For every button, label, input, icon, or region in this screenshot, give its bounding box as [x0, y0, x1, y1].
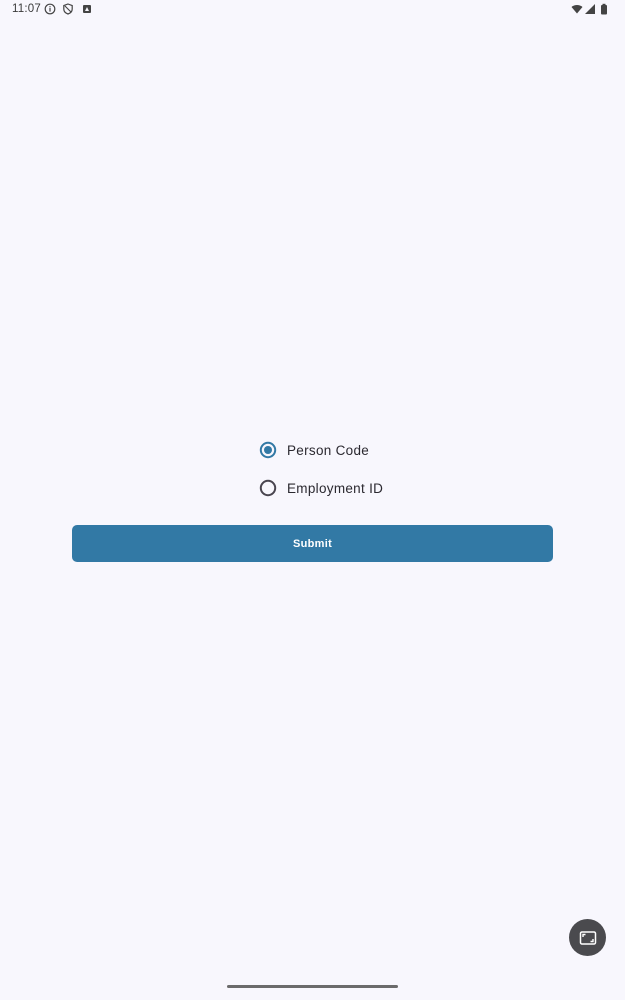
- radio-option-person-code[interactable]: Person Code: [258, 438, 369, 462]
- status-time: 11:07: [12, 3, 41, 15]
- signal-icon: [584, 3, 596, 15]
- wifi-icon: [571, 3, 583, 15]
- submit-button[interactable]: Submit: [72, 525, 553, 562]
- battery-icon: [598, 3, 610, 15]
- status-bar: 11:07: [0, 0, 625, 20]
- radio-label-employment-id: Employment ID: [287, 480, 384, 496]
- picture-in-picture-icon: [579, 930, 596, 945]
- gesture-nav-handle[interactable]: [227, 985, 398, 988]
- app-notification-icon: [81, 3, 93, 15]
- info-icon: [44, 3, 56, 15]
- radio-selected-icon[interactable]: [258, 440, 278, 460]
- radio-option-employment-id[interactable]: Employment ID: [258, 476, 383, 500]
- radio-label-person-code: Person Code: [287, 442, 370, 458]
- shield-icon: [62, 3, 74, 15]
- radio-unselected-icon[interactable]: [258, 478, 278, 498]
- picture-in-picture-button[interactable]: [569, 919, 606, 956]
